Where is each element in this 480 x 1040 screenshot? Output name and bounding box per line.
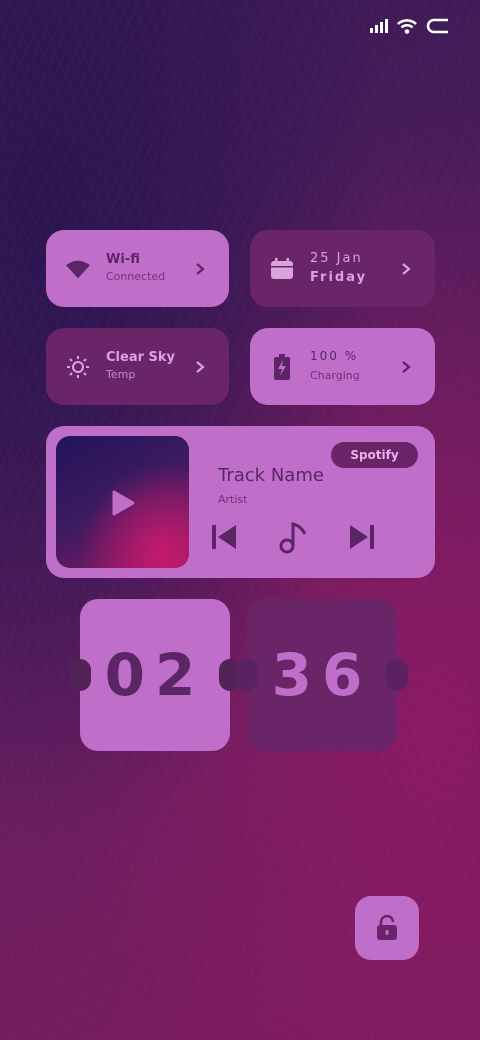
battery-level: 100 %	[310, 349, 359, 364]
clock-minutes: 36	[236, 599, 408, 751]
unlock-button[interactable]	[355, 896, 419, 960]
battery-card[interactable]: 100 % Charging	[250, 328, 435, 405]
battery-icon	[426, 18, 448, 34]
next-track-icon[interactable]	[348, 523, 376, 551]
hours-value: 02	[104, 641, 206, 709]
previous-track-icon[interactable]	[210, 523, 238, 551]
chevron-right-icon	[402, 262, 411, 275]
status-bar	[370, 18, 450, 34]
wifi-icon	[397, 19, 417, 34]
play-icon[interactable]	[111, 490, 135, 516]
spotify-button[interactable]: Spotify	[331, 442, 418, 468]
wifi-icon	[66, 257, 90, 281]
clock-notch	[386, 659, 408, 691]
calendar-icon	[270, 257, 294, 281]
track-artist: Artist	[218, 493, 248, 506]
wifi-title: Wi-fi	[106, 252, 140, 268]
clock-hours: 02	[69, 599, 241, 751]
chevron-right-icon	[402, 360, 411, 373]
weather-card[interactable]: Clear Sky Temp	[46, 328, 229, 405]
track-name: Track Name	[218, 465, 324, 486]
battery-status: Charging	[310, 369, 360, 383]
wifi-card[interactable]: Wi-fi Connected	[46, 230, 229, 307]
music-note-icon[interactable]	[277, 520, 309, 554]
music-widget: Spotify Track Name Artist	[46, 426, 435, 578]
weather-title: Clear Sky	[106, 350, 176, 366]
date-weekday: Friday	[310, 269, 368, 285]
clock-notch	[69, 659, 91, 691]
wifi-status: Connected	[106, 270, 166, 284]
minutes-value: 36	[271, 641, 373, 709]
battery-charging-icon	[270, 353, 294, 380]
signal-icon	[370, 19, 388, 33]
clock-notch	[236, 659, 258, 691]
weather-temp: Temp	[106, 368, 136, 382]
chevron-right-icon	[196, 262, 205, 275]
date-card[interactable]: 25 Jan Friday	[250, 230, 435, 307]
chevron-right-icon	[196, 360, 205, 373]
sun-icon	[66, 355, 90, 379]
date-day-month: 25 Jan	[310, 250, 363, 266]
album-art[interactable]	[56, 436, 189, 568]
unlock-icon	[377, 915, 397, 940]
